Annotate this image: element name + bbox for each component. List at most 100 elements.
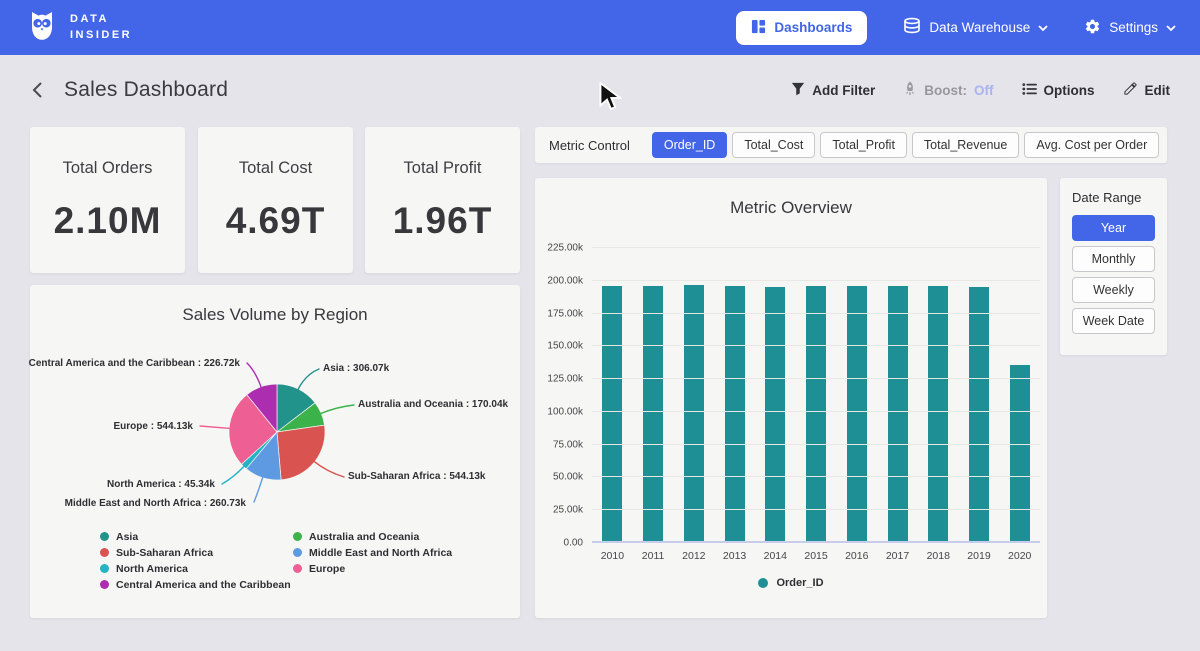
kpi-label: Total Cost — [239, 159, 312, 178]
pie-label-middle-east-and-north-africa: Middle East and North Africa : 260.73k — [65, 498, 246, 509]
metric-button-order-id[interactable]: Order_ID — [652, 132, 727, 158]
boost-toggle[interactable]: Boost: Off — [903, 81, 993, 99]
header-toolbar: Add Filter Boost: Off — [791, 81, 1170, 99]
y-axis-tick: 50.00k — [553, 472, 583, 483]
y-axis-tick: 0.00 — [564, 538, 583, 549]
brand-line2: INSIDER — [70, 28, 132, 44]
x-axis-label: 2013 — [714, 550, 755, 562]
settings-menu[interactable]: Settings — [1084, 18, 1176, 38]
pie-leader-line — [247, 363, 261, 388]
y-axis-tick: 150.00k — [547, 341, 583, 352]
date-range-button-week-date[interactable]: Week Date — [1072, 308, 1155, 334]
pie-label-australia-and-oceania: Australia and Oceania : 170.04k — [358, 399, 508, 410]
gridline — [592, 444, 1040, 445]
bar-2013 — [725, 286, 745, 543]
data-warehouse-menu[interactable]: Data Warehouse — [903, 17, 1048, 38]
y-axis-tick: 200.00k — [547, 275, 583, 286]
bar-column — [796, 286, 837, 543]
sales-volume-by-region-card: Sales Volume by Region Asia : 306.07kAus… — [30, 285, 520, 618]
add-filter-label: Add Filter — [812, 83, 875, 98]
metric-button-total-revenue[interactable]: Total_Revenue — [912, 132, 1019, 158]
x-axis-label: 2010 — [592, 550, 633, 562]
kpi-value: 2.10M — [54, 200, 162, 242]
pie-leader-line — [298, 369, 319, 390]
dashboards-label: Dashboards — [774, 20, 852, 35]
legend-label: Australia and Oceania — [309, 531, 419, 543]
y-axis-tick: 100.00k — [547, 406, 583, 417]
date-range-button-monthly[interactable]: Monthly — [1072, 246, 1155, 272]
bar-chart-legend: Order_ID — [535, 577, 1047, 589]
date-range-label: Date Range — [1072, 190, 1155, 205]
dashboards-button[interactable]: Dashboards — [736, 11, 867, 45]
x-axis-label: 2016 — [836, 550, 877, 562]
legend-item-middle-east-and-north-africa: Middle East and North Africa — [293, 547, 452, 558]
gridline — [592, 345, 1040, 346]
x-axis-label: 2012 — [673, 550, 714, 562]
legend-dot — [100, 580, 109, 589]
list-icon — [1022, 82, 1037, 99]
bar-column — [877, 286, 918, 543]
date-range-button-weekly[interactable]: Weekly — [1072, 277, 1155, 303]
bar-2019 — [969, 287, 989, 543]
pie-label-asia: Asia : 306.07k — [323, 363, 389, 374]
metric-control-buttons: Order_IDTotal_CostTotal_ProfitTotal_Reve… — [652, 132, 1159, 158]
legend-label: Sub-Saharan Africa — [116, 547, 213, 559]
gridline — [592, 509, 1040, 510]
legend-dot — [293, 548, 302, 557]
x-axis-label: 2014 — [755, 550, 796, 562]
metric-button-avg-cost-per-order[interactable]: Avg. Cost per Order — [1024, 132, 1159, 158]
bar-column — [755, 287, 796, 544]
add-filter-button[interactable]: Add Filter — [791, 82, 875, 99]
bar-2016 — [847, 286, 867, 543]
edit-button[interactable]: Edit — [1123, 81, 1171, 99]
x-axis-label: 2019 — [959, 550, 1000, 562]
pie-legend-column-1: Asia Sub-Saharan Africa North America Centr… — [100, 531, 291, 590]
x-axis-label: 2015 — [796, 550, 837, 562]
back-button[interactable] — [28, 79, 48, 101]
x-axis-label: 2020 — [999, 550, 1040, 562]
edit-label: Edit — [1145, 83, 1171, 98]
legend-label: Order_ID — [776, 577, 823, 589]
kpi-label: Total Orders — [63, 159, 153, 178]
bar-column — [633, 286, 674, 543]
data-warehouse-label: Data Warehouse — [929, 20, 1030, 35]
kpi-card-total-orders: Total Orders 2.10M — [30, 127, 185, 273]
pie-label-central-america-and-the-caribbean: Central America and the Caribbean : 226.… — [29, 358, 240, 369]
legend-item-central-america-and-the-caribbean: Central America and the Caribbean — [100, 579, 291, 590]
x-axis-label: 2018 — [918, 550, 959, 562]
boost-label: Boost: — [924, 83, 967, 98]
pie-legend-column-2: Australia and Oceania Middle East and Nor… — [293, 531, 452, 574]
y-axis-tick: 25.00k — [553, 505, 583, 516]
metric-button-total-cost[interactable]: Total_Cost — [732, 132, 815, 158]
rocket-icon — [903, 81, 917, 99]
metric-control-label: Metric Control — [549, 138, 630, 153]
bar-column — [592, 286, 633, 543]
legend-dot — [758, 578, 768, 588]
legend-label: North America — [116, 563, 188, 575]
metric-button-total-profit[interactable]: Total_Profit — [820, 132, 907, 158]
legend-item-australia-and-oceania: Australia and Oceania — [293, 531, 452, 542]
legend-dot — [293, 564, 302, 573]
bar-column — [999, 365, 1040, 543]
pie-leader-line — [222, 466, 245, 484]
bar-column — [714, 286, 755, 543]
options-button[interactable]: Options — [1022, 82, 1095, 99]
legend-label: Middle East and North Africa — [309, 547, 452, 559]
bars-row — [592, 248, 1040, 543]
pie-leader-line — [254, 477, 263, 502]
pie-leader-line — [200, 426, 230, 428]
date-range-button-year[interactable]: Year — [1072, 215, 1155, 241]
pie-leader-line — [320, 405, 354, 414]
metric-control-strip: Metric Control Order_IDTotal_CostTotal_P… — [535, 127, 1167, 163]
bar-2012 — [684, 285, 704, 543]
gridline — [592, 280, 1040, 281]
legend-label: Asia — [116, 531, 138, 543]
pie-slice-sub-saharan-africa — [277, 425, 325, 480]
x-axis-label: 2011 — [633, 550, 674, 562]
legend-item-asia: Asia — [100, 531, 291, 542]
bar-2018 — [928, 286, 948, 543]
legend-dot — [100, 548, 109, 557]
bar-2010 — [602, 286, 622, 543]
funnel-icon — [791, 82, 805, 99]
legend-item-north-america: North America — [100, 563, 291, 574]
